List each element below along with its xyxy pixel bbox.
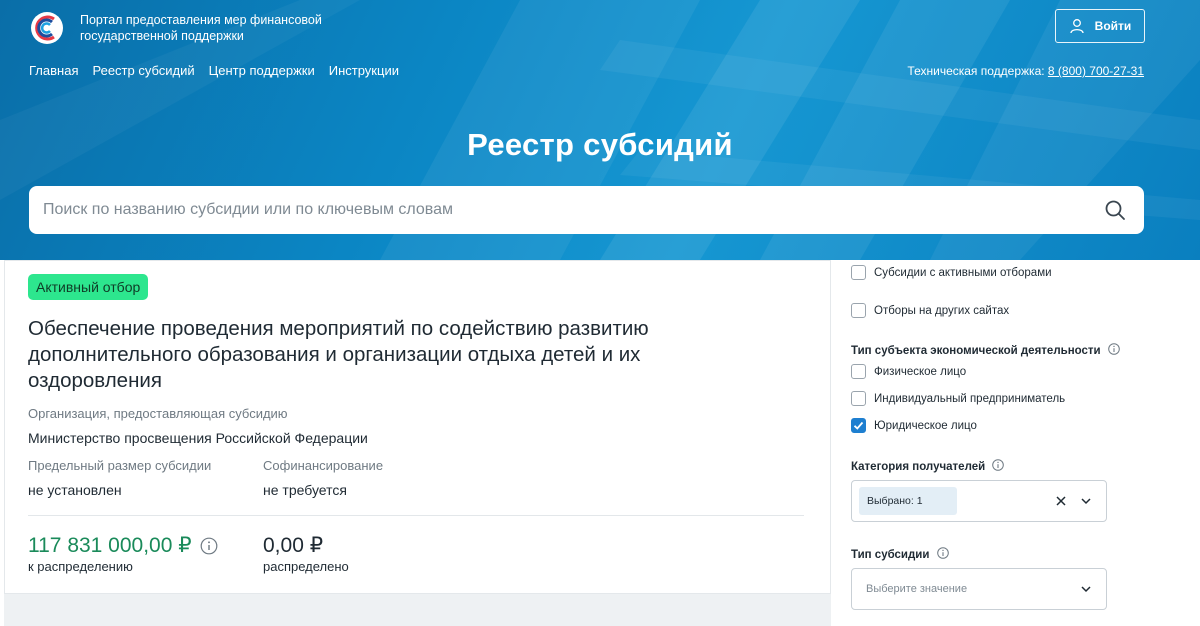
info-icon[interactable] (936, 547, 949, 559)
to-distribute-amount: 117 831 000,00 ₽ (28, 534, 192, 557)
limit-value: не установлен (28, 482, 122, 498)
support-label: Техническая поддержка: (907, 64, 1045, 78)
support-phone-link[interactable]: 8 (800) 700-27-31 (1048, 64, 1144, 78)
checkbox[interactable] (851, 364, 866, 379)
subsidy-type-title-text: Тип субсидии (851, 549, 930, 561)
recipient-category-select[interactable]: Выбрано: 1 (851, 480, 1107, 522)
subsidy-card[interactable]: Активный отбор Обеспечение проведения ме… (4, 260, 831, 594)
filter-active-selections[interactable]: Субсидии с активными отборами (851, 265, 1052, 280)
clear-icon[interactable] (1054, 494, 1068, 508)
select-placeholder: Выберите значение (866, 583, 968, 595)
search-bar (29, 186, 1144, 234)
checkmark-icon (853, 421, 864, 430)
portal-logo-icon (31, 12, 63, 44)
to-distribute-amount-row: 117 831 000,00 ₽ (28, 533, 218, 558)
to-distribute-label: к распределению (28, 559, 133, 574)
chevron-down-icon[interactable] (1080, 583, 1092, 595)
subsidy-type-select[interactable]: Выберите значение (851, 568, 1107, 610)
checkbox-label: Отборы на других сайтах (874, 304, 1010, 317)
filter-other-sites[interactable]: Отборы на других сайтах (851, 303, 1009, 318)
subject-type-title-text: Тип субъекта экономической деятельности (851, 345, 1101, 357)
org-value: Министерство просвещения Российской Феде… (28, 430, 368, 446)
login-label: Войти (1094, 19, 1132, 33)
recipient-category-title-text: Категория получателей (851, 461, 986, 473)
chevron-down-icon[interactable] (1080, 495, 1092, 507)
cofinancing-label: Софинансирование (263, 458, 384, 473)
subsidy-type-title: Тип субсидии (851, 547, 949, 561)
nav-item-registry[interactable]: Реестр субсидий (92, 63, 194, 78)
checkbox[interactable] (851, 391, 866, 406)
subsidy-title[interactable]: Обеспечение проведения мероприятий по со… (28, 316, 748, 394)
org-label: Организация, предоставляющая субсидию (28, 406, 288, 421)
info-icon[interactable] (992, 459, 1005, 471)
tech-support: Техническая поддержка: 8 (800) 700-27-31 (907, 64, 1144, 78)
selected-chip: Выбрано: 1 (859, 487, 957, 515)
status-badge: Активный отбор (28, 274, 149, 300)
hero-banner: Портал предоставления мер финансовой гос… (0, 0, 1200, 260)
cofinancing-value: не требуется (263, 482, 347, 498)
nav-item-instructions[interactable]: Инструкции (329, 63, 399, 78)
filter-individual[interactable]: Физическое лицо (851, 364, 966, 379)
checkbox-label: Субсидии с активными отборами (874, 266, 1052, 279)
user-icon (1070, 19, 1084, 34)
limit-label: Предельный размер субсидии (28, 458, 212, 473)
search-input[interactable] (29, 186, 1104, 234)
page-title: Реестр субсидий (467, 127, 733, 162)
checkbox-label: Юридическое лицо (874, 419, 977, 432)
info-icon[interactable] (200, 537, 218, 555)
checkbox[interactable] (851, 265, 866, 280)
checkbox[interactable] (851, 303, 866, 318)
portal-title: Портал предоставления мер финансовой гос… (80, 13, 322, 43)
search-icon[interactable] (1104, 199, 1126, 221)
distributed-amount: 0,00 ₽ (263, 534, 324, 557)
nav-item-support-center[interactable]: Центр поддержки (209, 63, 315, 78)
subject-type-title: Тип субъекта экономической деятельности (851, 343, 1120, 357)
nav-item-home[interactable]: Главная (29, 63, 78, 78)
filter-entrepreneur[interactable]: Индивидуальный предприниматель (851, 391, 1065, 406)
checkbox-label: Индивидуальный предприниматель (874, 392, 1066, 405)
filter-legal-entity[interactable]: Юридическое лицо (851, 418, 977, 433)
main-nav: Главная Реестр субсидий Центр поддержки … (29, 63, 399, 78)
checkbox-label: Физическое лицо (874, 365, 967, 378)
filters-sidebar: Субсидии с активными отборами Отборы на … (831, 260, 1200, 626)
checkbox-checked[interactable] (851, 418, 866, 433)
login-button[interactable]: Войти (1055, 9, 1145, 43)
recipient-category-title: Категория получателей (851, 459, 1005, 473)
distributed-label: распределено (263, 559, 349, 574)
portal-brand[interactable]: Портал предоставления мер финансовой гос… (30, 11, 350, 45)
info-icon[interactable] (1108, 343, 1120, 355)
card-divider (28, 515, 804, 516)
